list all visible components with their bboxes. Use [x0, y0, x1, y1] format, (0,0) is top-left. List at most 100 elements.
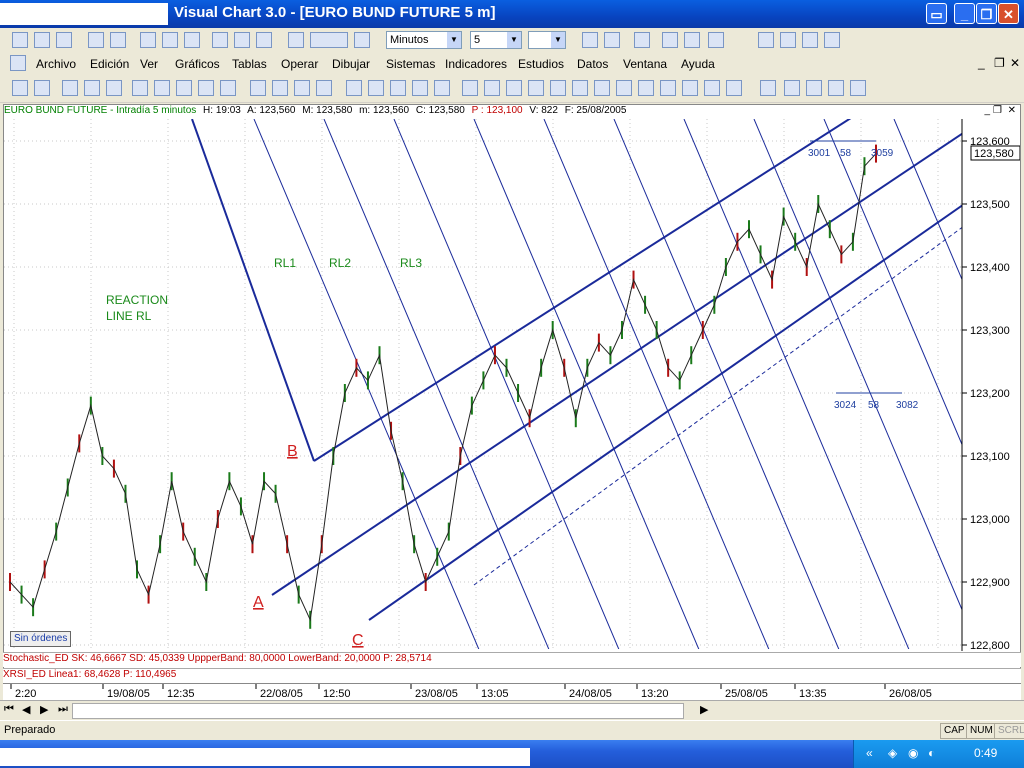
zoom-in-icon[interactable]	[604, 32, 620, 48]
layout-icon[interactable]	[212, 32, 228, 48]
tool-icon[interactable]	[682, 80, 698, 96]
x-tick-label: 12:35	[167, 688, 195, 700]
tool-icon[interactable]	[354, 32, 370, 48]
open-icon[interactable]	[12, 32, 28, 48]
zoom-out-icon[interactable]	[582, 32, 598, 48]
menu-ver[interactable]: Ver	[140, 57, 158, 71]
text-tool-icon[interactable]	[616, 80, 632, 96]
window-tile-icon[interactable]	[780, 32, 796, 48]
timeframe-select[interactable]: Minutos ▼	[386, 31, 462, 49]
cross-tool-icon[interactable]	[198, 80, 214, 96]
tool-icon[interactable]	[634, 32, 650, 48]
menu-operar[interactable]: Operar	[281, 57, 318, 71]
child-close-icon[interactable]: ✕	[1010, 56, 1020, 70]
dollar-icon[interactable]	[784, 80, 800, 96]
tool-icon[interactable]	[726, 80, 742, 96]
ellipse-tool-icon[interactable]	[272, 80, 288, 96]
tool-icon[interactable]	[184, 32, 200, 48]
app-icon[interactable]	[10, 55, 26, 71]
tool-icon[interactable]	[484, 80, 500, 96]
tool-icon[interactable]	[828, 80, 844, 96]
pointer-icon[interactable]	[12, 80, 28, 96]
tool-icon[interactable]	[638, 80, 654, 96]
scroll-arrows-icon[interactable]	[310, 32, 348, 48]
fan-tool-icon[interactable]	[434, 80, 450, 96]
scroll-next-icon[interactable]: ▶	[40, 703, 48, 716]
fibonacci-tool-icon[interactable]	[390, 80, 406, 96]
horizontal-scrollbar[interactable]: ⏮ ◀ ▶ ⏭ ▶	[0, 700, 1024, 719]
channel-tool-icon[interactable]	[132, 80, 148, 96]
menu-archivo[interactable]: Archivo	[36, 57, 76, 71]
tool-icon[interactable]	[684, 32, 700, 48]
arc-tool-icon[interactable]	[220, 80, 236, 96]
menu-estudios[interactable]: Estudios	[518, 57, 564, 71]
home-icon[interactable]	[256, 32, 272, 48]
print-icon[interactable]	[288, 32, 304, 48]
globe-icon[interactable]: ◉	[908, 746, 918, 760]
menu-edicion[interactable]: Edición	[90, 57, 129, 71]
line-tool-icon[interactable]	[62, 80, 78, 96]
menu-dibujar[interactable]: Dibujar	[332, 57, 370, 71]
tool-icon[interactable]	[806, 80, 822, 96]
tray-arrow-icon[interactable]: «	[866, 746, 873, 760]
money-icon[interactable]	[760, 80, 776, 96]
window-tile-icon[interactable]	[758, 32, 774, 48]
save-all-icon[interactable]	[56, 32, 72, 48]
menu-datos[interactable]: Datos	[577, 57, 608, 71]
triangle-tool-icon[interactable]	[294, 80, 310, 96]
save-icon[interactable]	[34, 32, 50, 48]
menu-ventana[interactable]: Ventana	[623, 57, 667, 71]
maximize-button[interactable]: ❐	[976, 3, 997, 24]
scroll-thumb[interactable]	[72, 703, 684, 719]
tool-icon[interactable]	[140, 32, 156, 48]
window-tile-icon[interactable]	[824, 32, 840, 48]
line-tool-icon[interactable]	[84, 80, 100, 96]
tool-icon[interactable]	[704, 80, 720, 96]
layout-icon[interactable]	[234, 32, 250, 48]
tool-icon[interactable]	[462, 80, 478, 96]
tool-icon[interactable]	[506, 80, 522, 96]
menu-tablas[interactable]: Tablas	[232, 57, 267, 71]
vline-tool-icon[interactable]	[176, 80, 192, 96]
child-restore-icon[interactable]: ❐	[994, 56, 1005, 70]
period-select[interactable]: 5 ▼	[470, 31, 522, 49]
menu-graficos[interactable]: Gráficos	[175, 57, 220, 71]
fibonacci-tool-icon[interactable]	[346, 80, 362, 96]
scroll-prev-icon[interactable]: ◀	[22, 703, 30, 716]
arc-tool-icon[interactable]	[412, 80, 428, 96]
arrow-down-tool-icon[interactable]	[550, 80, 566, 96]
tool-icon[interactable]	[594, 80, 610, 96]
minimize-button[interactable]: _	[954, 3, 975, 24]
tool-icon[interactable]	[162, 32, 178, 48]
tool-icon[interactable]	[572, 80, 588, 96]
candle-chart-icon[interactable]	[110, 32, 126, 48]
select-icon[interactable]	[34, 80, 50, 96]
network-icon[interactable]: ◈	[888, 746, 897, 760]
line-style-select[interactable]: ▼	[528, 31, 566, 49]
bar-chart-icon[interactable]	[88, 32, 104, 48]
hline-tool-icon[interactable]	[154, 80, 170, 96]
crosshair-icon[interactable]	[662, 32, 678, 48]
close-button[interactable]: ✕	[998, 3, 1019, 24]
window-tile-icon[interactable]	[802, 32, 818, 48]
menu-ayuda[interactable]: Ayuda	[681, 57, 715, 71]
price-chart[interactable]: 123,600123,500123,400123,300123,200123,1…	[4, 105, 1020, 685]
zoom-area-icon[interactable]	[660, 80, 676, 96]
tool-icon[interactable]	[850, 80, 866, 96]
menu-indicadores[interactable]: Indicadores	[445, 57, 507, 71]
x-tick-label: 24/08/05	[569, 688, 612, 700]
volume-icon[interactable]: ◐	[928, 746, 935, 760]
rectangle-tool-icon[interactable]	[250, 80, 266, 96]
child-minimize-icon[interactable]: _	[978, 56, 985, 70]
app-restore-icon[interactable]: ▭	[926, 3, 947, 24]
menu-sistemas[interactable]: Sistemas	[386, 57, 435, 71]
pen-color-icon[interactable]	[708, 32, 724, 48]
scroll-right-icon[interactable]: ▶	[700, 703, 708, 716]
orders-button[interactable]: Sin órdenes	[10, 631, 72, 647]
arrow-up-tool-icon[interactable]	[528, 80, 544, 96]
fibonacci-tool-icon[interactable]	[368, 80, 384, 96]
line-tool-icon[interactable]	[106, 80, 122, 96]
diamond-tool-icon[interactable]	[316, 80, 332, 96]
scroll-last-icon[interactable]: ⏭	[58, 703, 68, 716]
scroll-first-icon[interactable]: ⏮	[4, 703, 14, 716]
